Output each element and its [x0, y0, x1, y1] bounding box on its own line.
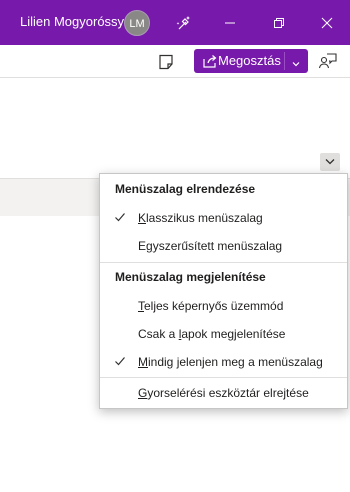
note-icon[interactable]: [157, 53, 175, 71]
menu-header-display: Menüszalag megjelenítése: [115, 270, 266, 284]
menu-item-show-tabs-only[interactable]: Csak a lapok megjelenítése: [100, 320, 347, 348]
menu-item-always-show-ribbon[interactable]: Mindig jelenjen meg a menüszalag: [100, 348, 347, 376]
menu-item-simplified-ribbon[interactable]: Egyszerűsített menüszalag: [100, 232, 347, 260]
menu-separator: [100, 377, 347, 378]
checkmark-icon: [115, 357, 125, 366]
restore-icon[interactable]: [256, 0, 302, 45]
share-label: Megosztás: [218, 53, 281, 68]
close-icon[interactable]: [304, 0, 350, 45]
share-divider: [284, 52, 285, 70]
top-toolbar: Megosztás: [0, 45, 350, 78]
ribbon-display-options-button[interactable]: [320, 153, 340, 171]
minimize-icon[interactable]: [207, 0, 253, 45]
menu-separator: [100, 262, 347, 263]
ribbon-area: [0, 78, 350, 178]
menu-item-classic-ribbon[interactable]: Klasszikus menüszalag: [100, 204, 347, 232]
user-name[interactable]: Lilien Mogyoróssy: [20, 14, 124, 29]
checkmark-icon: [115, 213, 125, 222]
share-icon: [202, 53, 218, 69]
share-button[interactable]: Megosztás: [194, 49, 308, 73]
menu-header-layout: Menüszalag elrendezése: [115, 182, 256, 196]
ribbon-options-menu: Menüszalag elrendezése Klasszikus menüsz…: [99, 173, 348, 409]
title-bar: Lilien Mogyoróssy LM: [0, 0, 350, 45]
feedback-icon[interactable]: [318, 51, 338, 71]
brush-icon[interactable]: [161, 0, 207, 45]
menu-item-hide-quick-access-toolbar[interactable]: Gyorselérési eszköztár elrejtése: [100, 379, 347, 407]
menu-item-full-screen[interactable]: Teljes képernyős üzemmód: [100, 292, 347, 320]
avatar[interactable]: LM: [124, 10, 150, 36]
chevron-down-icon[interactable]: [291, 56, 301, 67]
